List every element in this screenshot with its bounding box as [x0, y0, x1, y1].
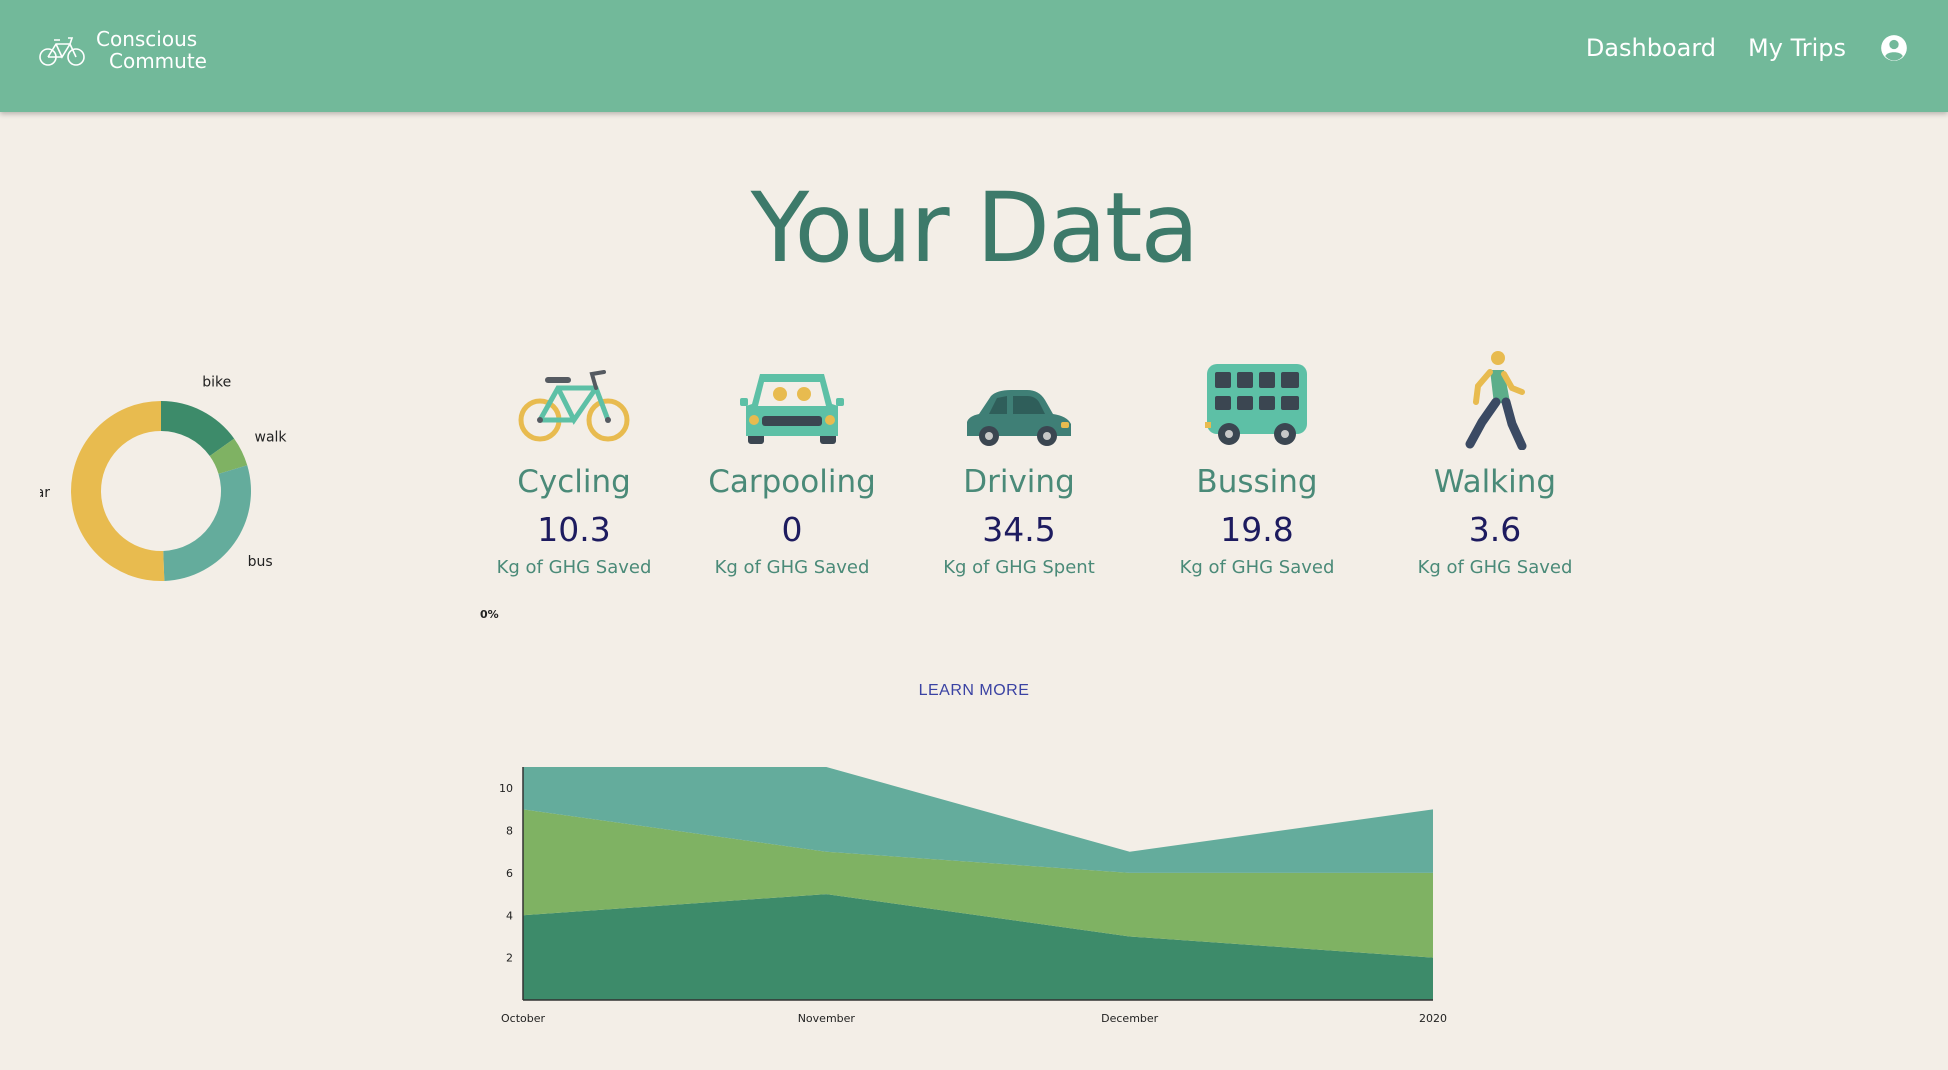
- y-tick-label: 2: [506, 952, 513, 965]
- walking-person-icon: [1465, 351, 1527, 450]
- x-tick-label: December: [1101, 1012, 1159, 1025]
- stat-caption: Kg of GHG Saved: [1417, 557, 1573, 578]
- stat-cycling: Cycling 10.3 Kg of GHG Saved: [464, 350, 684, 578]
- y-tick-label: 4: [506, 909, 513, 922]
- donut-slice-bus: [163, 465, 251, 581]
- car-icon: [967, 390, 1071, 446]
- brand-name-line1: Conscious: [96, 27, 198, 51]
- area-layers: [523, 767, 1433, 1000]
- bicycle-icon: [518, 370, 630, 442]
- carpool-icon: [740, 374, 844, 444]
- stat-caption: Kg of GHG Saved: [1179, 557, 1335, 578]
- donut-label-car: car: [40, 485, 50, 501]
- stat-caption: Kg of GHG Saved: [496, 557, 652, 578]
- stat-bussing: Bussing 19.8 Kg of GHG Saved: [1147, 350, 1367, 578]
- x-tick-label: October: [501, 1012, 545, 1025]
- top-navbar: Conscious Commute Dashboard My Trips: [0, 0, 1948, 112]
- donut-label-walk: walk: [255, 429, 288, 445]
- nav-my-trips-link[interactable]: My Trips: [1748, 34, 1846, 62]
- stat-value: 0: [781, 510, 803, 549]
- donut-slices: [70, 401, 251, 581]
- brand-name-line2: Commute: [109, 49, 207, 73]
- nav-dashboard-link[interactable]: Dashboard: [1586, 34, 1716, 62]
- stat-mode-label: Carpooling: [708, 464, 876, 500]
- nav-links: Dashboard My Trips: [1554, 34, 1908, 62]
- page-title: Your Data: [750, 172, 1200, 284]
- stat-mode-label: Walking: [1433, 464, 1557, 500]
- bicycle-logo-icon: [39, 37, 85, 66]
- stat-caption: Kg of GHG Saved: [714, 557, 870, 578]
- x-tick-label: November: [798, 1012, 856, 1025]
- stat-mode-label: Bussing: [1196, 464, 1318, 500]
- emissions-area-chart: 2 4 6 8 10 October November December 2020: [499, 767, 1447, 1025]
- donut-slice-car: [70, 401, 165, 581]
- learn-more-link[interactable]: LEARN MORE: [0, 682, 1948, 700]
- stat-value: 19.8: [1220, 510, 1294, 549]
- y-tick-label: 6: [506, 867, 513, 880]
- brand-logo[interactable]: Conscious Commute: [38, 28, 207, 72]
- transport-share-donut-chart: bike walk bus car: [40, 374, 288, 581]
- stat-walking: Walking 3.6 Kg of GHG Saved: [1385, 350, 1605, 578]
- stat-value: 3.6: [1468, 510, 1522, 549]
- donut-label-bus: bus: [248, 554, 273, 570]
- stat-mode-label: Driving: [963, 464, 1075, 500]
- stat-caption: Kg of GHG Spent: [943, 557, 1095, 578]
- y-tick-label: 8: [506, 825, 513, 838]
- stat-driving: Driving 34.5 Kg of GHG Spent: [909, 350, 1129, 578]
- stat-carpooling: Carpooling 0 Kg of GHG Saved: [682, 350, 902, 578]
- x-tick-label: 2020: [1419, 1012, 1447, 1025]
- bus-icon: [1205, 364, 1307, 445]
- y-tick-label: 10: [499, 782, 513, 795]
- stat-value: 34.5: [982, 510, 1056, 549]
- percent-label: 0%: [480, 608, 499, 621]
- stat-mode-label: Cycling: [517, 464, 631, 500]
- donut-label-bike: bike: [202, 374, 231, 390]
- brand-name: Conscious Commute: [96, 28, 207, 72]
- stat-value: 10.3: [537, 510, 611, 549]
- account-circle-icon[interactable]: [1880, 34, 1908, 62]
